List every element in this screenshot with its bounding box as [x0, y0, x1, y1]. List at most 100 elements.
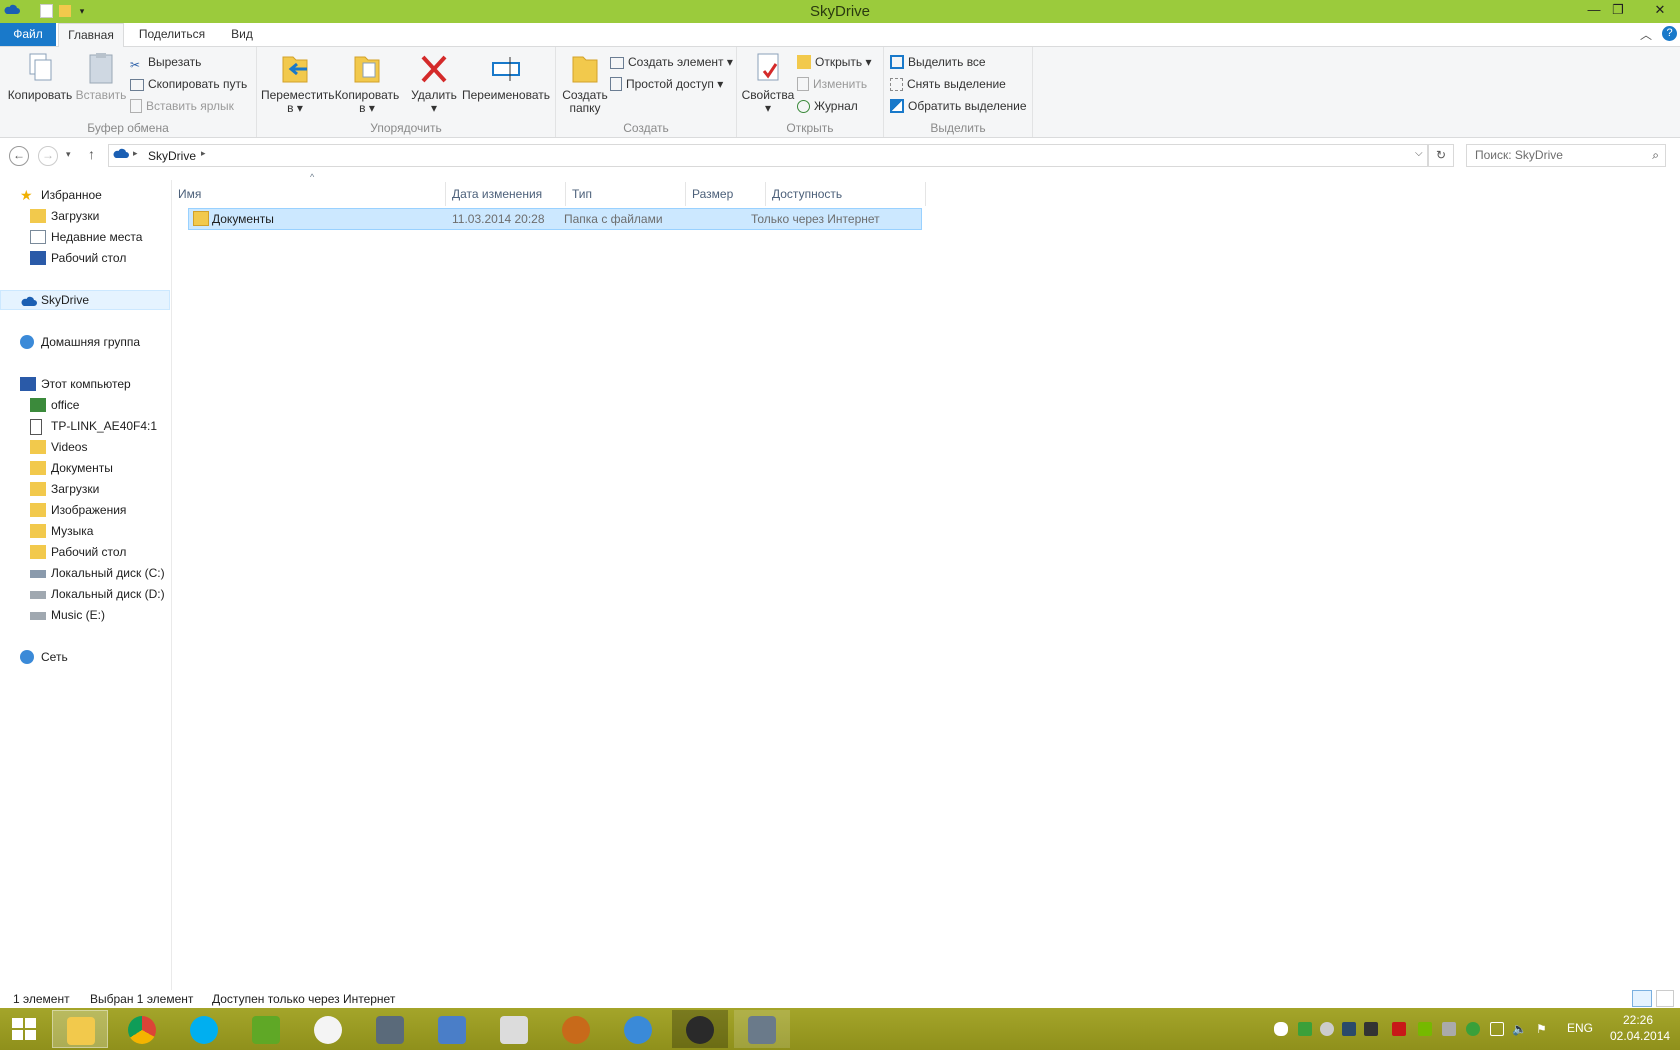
nav-fav-item[interactable]: Недавние места — [0, 227, 170, 247]
forward-button[interactable]: → — [38, 146, 58, 166]
downloads-folder-icon — [30, 482, 46, 496]
tab-share[interactable]: Поделиться — [136, 23, 208, 46]
tab-file[interactable]: Файл — [0, 23, 56, 46]
nav-fav-item[interactable]: Загрузки — [0, 206, 170, 226]
tray-icon[interactable] — [1320, 1022, 1334, 1036]
nav-pc-item[interactable]: Videos — [0, 437, 170, 457]
copy-path-button[interactable]: Скопировать путь — [130, 75, 247, 93]
table-row[interactable]: Документы 11.03.2014 20:28 Папка с файла… — [188, 208, 922, 230]
breadcrumb-separator-icon[interactable]: ▸ — [133, 148, 138, 159]
paste-shortcut-button[interactable]: Вставить ярлык — [130, 97, 234, 115]
properties-button[interactable]: Свойства ▾ — [741, 51, 795, 115]
nav-pc-item[interactable]: Загрузки — [0, 479, 170, 499]
sort-ascending-icon: ^ — [310, 172, 315, 182]
copy-to-button[interactable]: Копировать в ▾ — [333, 51, 401, 115]
refresh-button[interactable]: ↻ — [1428, 144, 1454, 167]
input-language[interactable]: ENG — [1567, 1021, 1593, 1035]
details-view-icon[interactable] — [1632, 990, 1652, 1007]
nav-pc-item[interactable]: Music (E:) — [0, 605, 170, 625]
column-header-date[interactable]: Дата изменения — [446, 182, 566, 206]
up-button[interactable]: ↑ — [88, 146, 95, 162]
taskbar-app-wings2[interactable] — [734, 1010, 790, 1048]
nav-pc-item[interactable]: Документы — [0, 458, 170, 478]
delete-button[interactable]: Удалить ▾ — [409, 51, 459, 115]
nvidia-tray-icon[interactable] — [1418, 1022, 1432, 1036]
column-header-size[interactable]: Размер — [686, 182, 766, 206]
windows-logo-icon — [12, 1018, 36, 1040]
clock[interactable]: 22:26 02.04.2014 — [1610, 1012, 1670, 1044]
nav-network[interactable]: Сеть — [0, 647, 170, 667]
rename-button[interactable]: Переименовать — [461, 51, 551, 102]
nav-pc-item[interactable]: Локальный диск (C:) — [0, 563, 170, 583]
taskbar-app-fox[interactable] — [300, 1010, 356, 1048]
network-tray-icon[interactable] — [1490, 1022, 1504, 1036]
homegroup-icon — [20, 335, 34, 349]
address-dropdown-icon[interactable]: ⌵ — [1415, 148, 1423, 159]
start-button[interactable] — [0, 1010, 48, 1048]
tab-view[interactable]: Вид — [222, 23, 262, 46]
search-input[interactable]: Поиск: SkyDrive ⌕ — [1466, 144, 1666, 167]
recent-locations-icon[interactable]: ▾ — [66, 149, 71, 160]
tab-home[interactable]: Главная — [58, 23, 124, 47]
tray-icon[interactable] — [1392, 1022, 1406, 1036]
group-label: Создать — [623, 121, 669, 135]
taskbar-steam[interactable] — [672, 1010, 728, 1048]
taskbar-skype[interactable] — [176, 1010, 232, 1048]
tray-icon[interactable] — [1466, 1022, 1480, 1036]
large-icons-view-icon[interactable] — [1656, 990, 1674, 1007]
breadcrumb-skydrive[interactable]: SkyDrive — [148, 149, 196, 163]
edit-button[interactable]: Изменить — [797, 75, 867, 93]
close-button[interactable]: ✕ — [1640, 0, 1680, 22]
open-button[interactable]: Открыть ▾ — [797, 53, 872, 71]
flag-icon[interactable]: ⚑ — [1536, 1022, 1550, 1036]
cut-button[interactable]: ✂ Вырезать — [130, 53, 201, 72]
paste-button[interactable]: Вставить — [74, 51, 128, 102]
tray-icon[interactable] — [1342, 1022, 1356, 1036]
help-icon[interactable]: ? — [1662, 26, 1677, 41]
taskbar-chrome[interactable] — [114, 1010, 170, 1048]
nav-pc-item[interactable]: Рабочий стол — [0, 542, 170, 562]
back-button[interactable]: ← — [9, 146, 29, 166]
taskbar-app-notepad[interactable] — [424, 1010, 480, 1048]
column-header-availability[interactable]: Доступность — [766, 182, 926, 206]
nav-pc-item[interactable]: Локальный диск (D:) — [0, 584, 170, 604]
restore-button[interactable]: ❐ — [1604, 0, 1632, 22]
column-header-type[interactable]: Тип — [566, 182, 686, 206]
nav-homegroup[interactable]: Домашняя группа — [0, 332, 170, 352]
taskbar-app-disc[interactable] — [548, 1010, 604, 1048]
taskbar-explorer[interactable] — [52, 1010, 108, 1048]
skydrive-tray-icon[interactable] — [1274, 1022, 1288, 1036]
select-none-button[interactable]: Снять выделение — [890, 75, 1006, 93]
skydrive-icon — [21, 294, 37, 308]
nav-pc-item[interactable]: Музыка — [0, 521, 170, 541]
nav-pc-item[interactable]: Изображения — [0, 500, 170, 520]
column-header-name[interactable]: Имя — [172, 182, 446, 206]
taskbar-app-circle[interactable] — [610, 1010, 666, 1048]
tray-icon[interactable] — [1298, 1022, 1312, 1036]
nav-skydrive[interactable]: SkyDrive — [0, 290, 170, 310]
search-icon[interactable]: ⌕ — [1652, 145, 1659, 166]
collapse-ribbon-icon[interactable]: ︿ — [1640, 26, 1652, 43]
nav-fav-item[interactable]: Рабочий стол — [0, 248, 170, 268]
nav-pc-item[interactable]: office — [0, 395, 170, 415]
move-to-button[interactable]: Переместить в ▾ — [261, 51, 335, 115]
nav-this-pc[interactable]: Этот компьютер — [0, 374, 170, 394]
nav-pc-item[interactable]: TP-LINK_AE40F4:1 — [0, 416, 170, 436]
taskbar-calculator[interactable] — [486, 1010, 542, 1048]
history-button[interactable]: Журнал — [797, 97, 858, 115]
nav-favorites[interactable]: ★ Избранное — [0, 185, 170, 205]
tray-icon[interactable] — [1442, 1022, 1456, 1036]
volume-icon[interactable]: 🔈 — [1512, 1022, 1527, 1036]
invert-selection-button[interactable]: Обратить выделение — [890, 97, 1027, 115]
easy-access-button[interactable]: Простой доступ ▾ — [610, 75, 723, 93]
steam-tray-icon[interactable] — [1364, 1022, 1378, 1036]
taskbar-app-wings[interactable] — [362, 1010, 418, 1048]
taskbar-app-green[interactable] — [238, 1010, 294, 1048]
breadcrumb-separator-icon[interactable]: ▸ — [201, 148, 206, 159]
hard-drive-icon — [30, 591, 46, 599]
new-folder-button[interactable]: Создать папку — [558, 51, 612, 115]
select-all-button[interactable]: Выделить все — [890, 53, 986, 71]
address-bar[interactable]: ▸ SkyDrive ▸ ⌵ — [108, 144, 1428, 167]
new-item-button[interactable]: Создать элемент ▾ — [610, 53, 733, 71]
copy-button[interactable]: Копировать — [6, 51, 74, 102]
